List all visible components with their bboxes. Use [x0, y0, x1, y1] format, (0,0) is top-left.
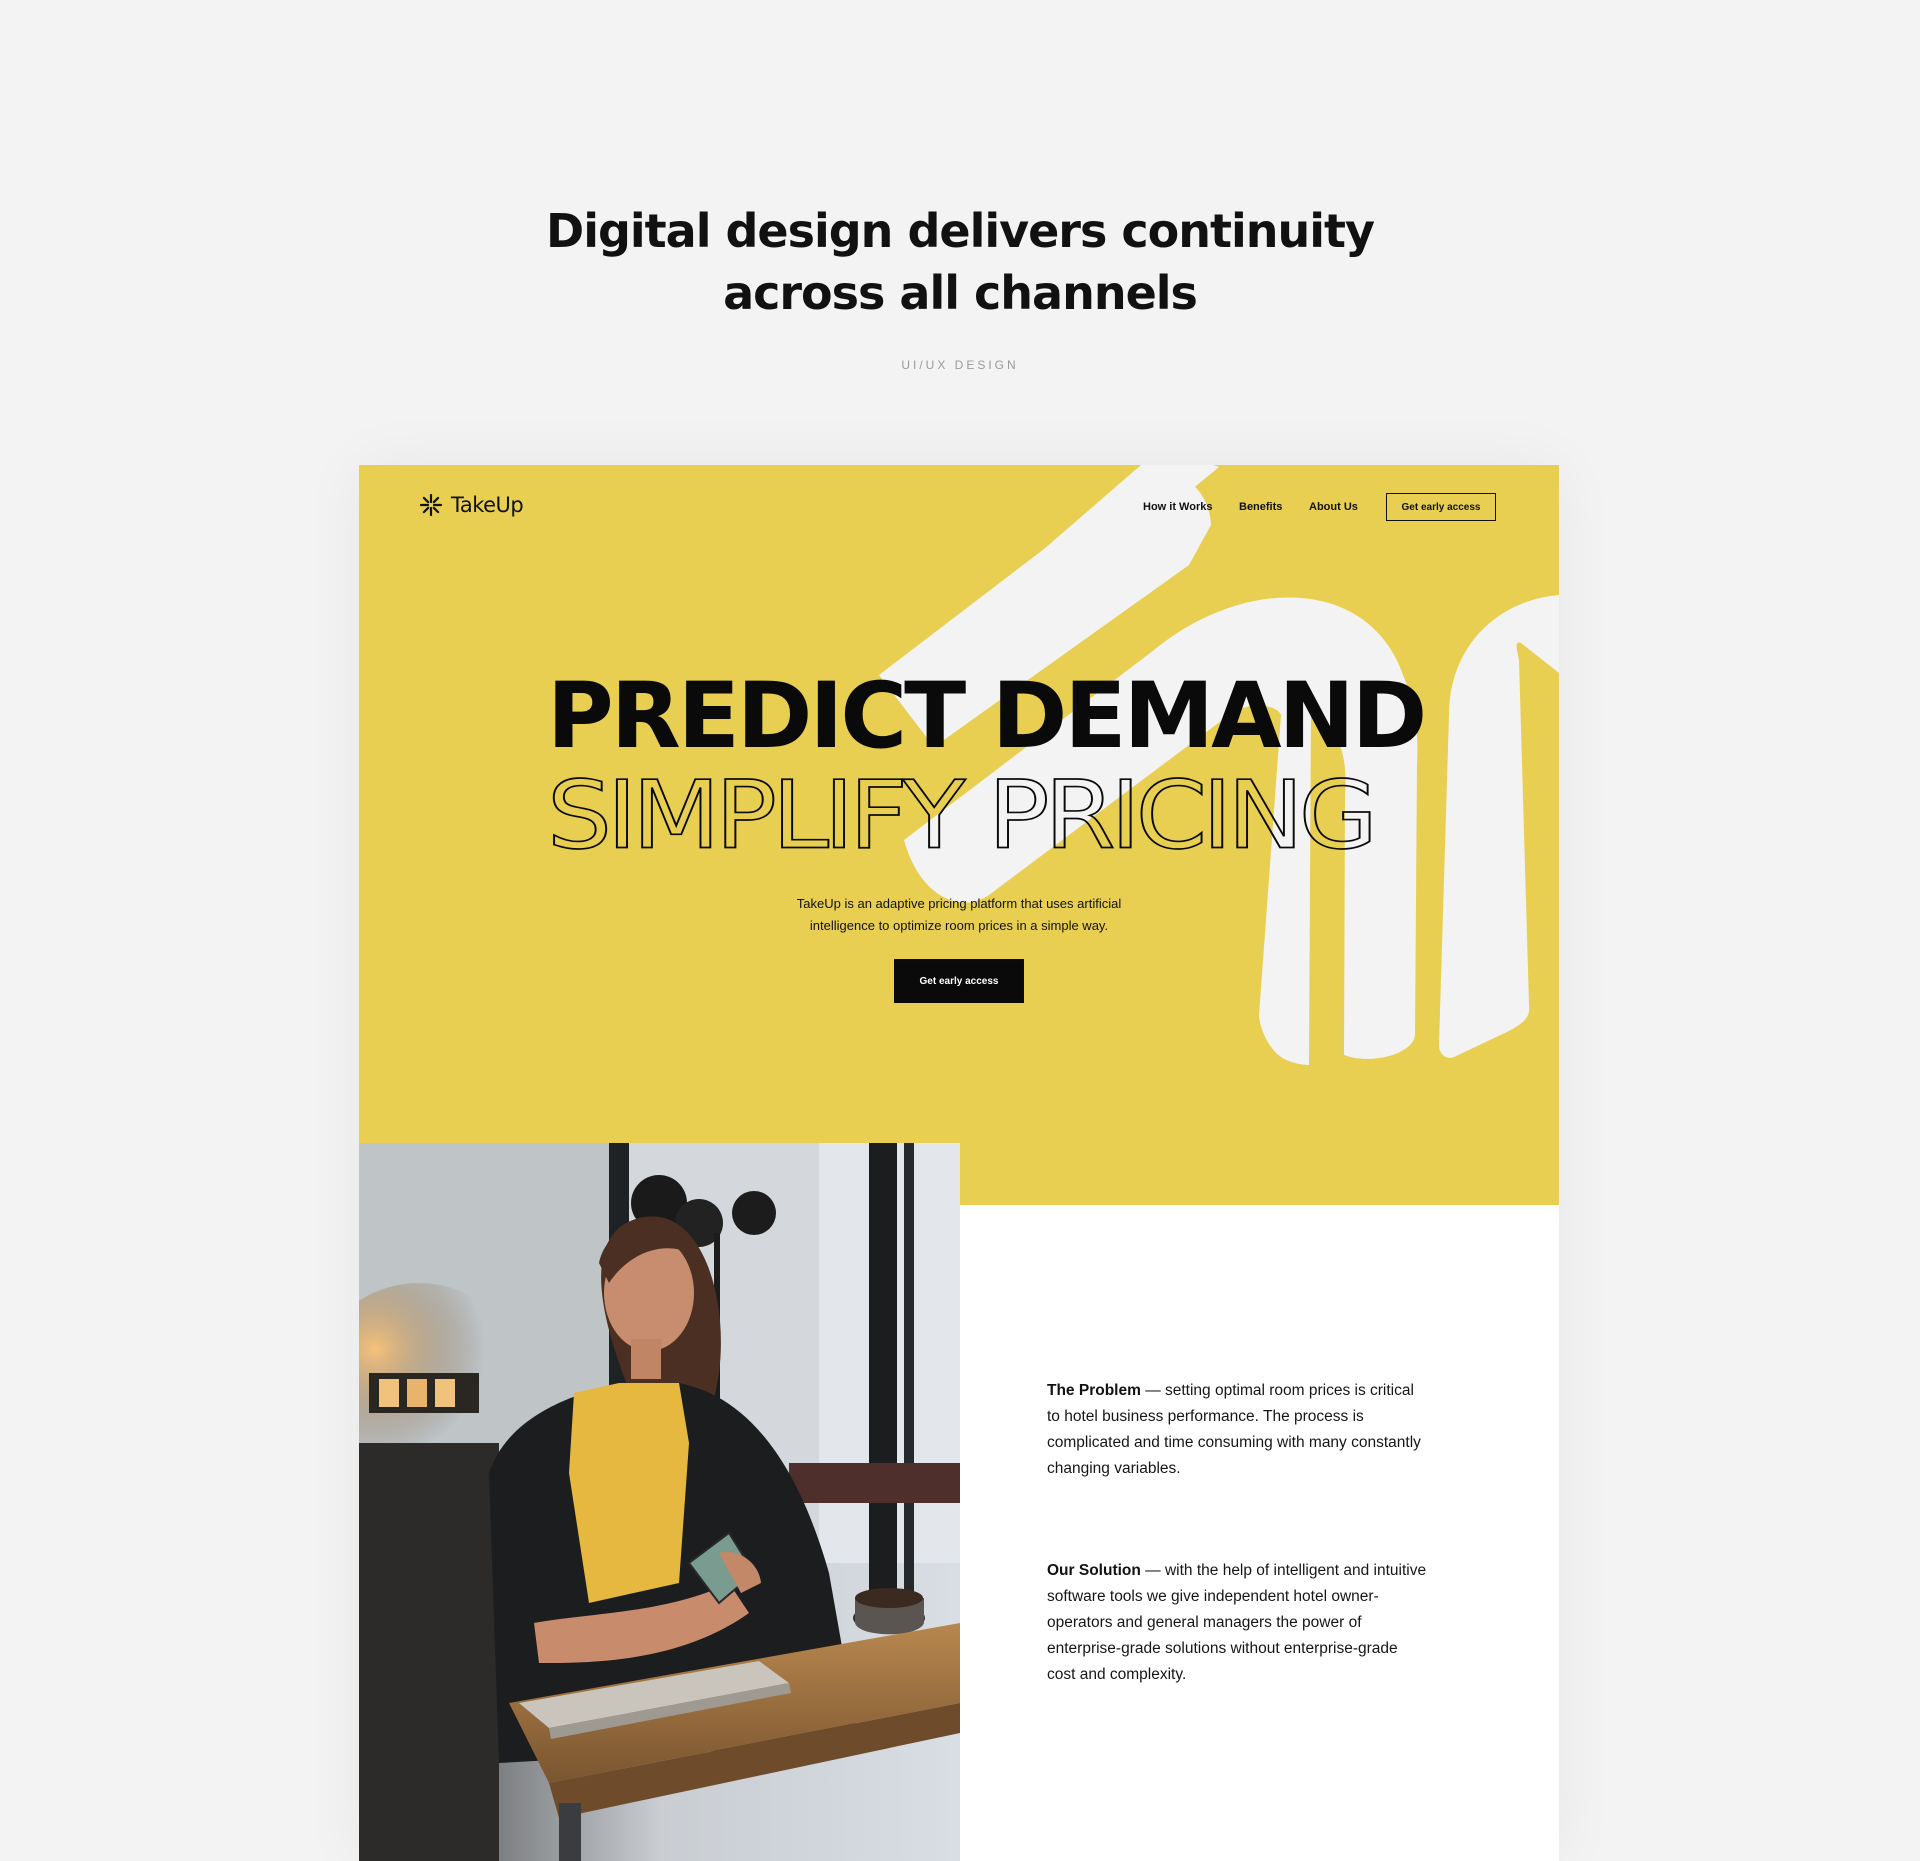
hero-headline-light: SIMPLIFY PRICING	[545, 760, 1405, 886]
photo-illustration	[359, 1143, 960, 1861]
solution-label: Our Solution	[1047, 1562, 1141, 1579]
nav-early-access-button[interactable]: Get early access	[1386, 493, 1496, 521]
brand-name: TakeUp	[451, 493, 524, 517]
hero-headline-light-svg: SIMPLIFY PRICING	[546, 760, 1378, 871]
hero-description-line2: intelligence to optimize room prices in …	[809, 918, 1109, 933]
hero-description-line1: TakeUp is an adaptive pricing platform t…	[796, 896, 1122, 911]
hero-section: TakeUp How it Works Benefits About Us Ge…	[359, 465, 1559, 1205]
nav-link-benefits[interactable]: Benefits	[1239, 501, 1282, 513]
case-study-title: Digital design delivers continuity acros…	[0, 200, 1920, 324]
problem-label: The Problem	[1047, 1382, 1141, 1399]
case-title-line2: across all channels	[723, 266, 1198, 320]
hero-early-access-button[interactable]: Get early access	[894, 959, 1024, 1003]
case-study-header: Digital design delivers continuity acros…	[0, 200, 1920, 372]
asterisk-burst-icon	[419, 493, 443, 517]
hero-headline-light-text: SIMPLIFY PRICING	[547, 764, 1373, 866]
deco-arch-right	[1439, 595, 1559, 1058]
brand-logo[interactable]: TakeUp	[419, 493, 524, 517]
hero-description: TakeUp is an adaptive pricing platform t…	[759, 893, 1159, 937]
hero-headline-bold: PREDICT DEMAND	[547, 664, 1427, 769]
case-title-line1: Digital design delivers continuity	[546, 204, 1375, 258]
website-mockup: TakeUp How it Works Benefits About Us Ge…	[359, 465, 1559, 1861]
case-study-tag: UI/UX DESIGN	[901, 358, 1019, 372]
problem-paragraph: The Problem — setting optimal room price…	[1047, 1378, 1427, 1482]
solution-text: — with the help of intelligent and intui…	[1047, 1562, 1427, 1683]
nav-link-about-us[interactable]: About Us	[1309, 501, 1358, 513]
nav-link-how-it-works[interactable]: How it Works	[1143, 501, 1212, 513]
top-navigation: TakeUp How it Works Benefits About Us Ge…	[359, 465, 1559, 555]
woman-with-phone-photo	[359, 1143, 960, 1861]
solution-paragraph: Our Solution — with the help of intellig…	[1047, 1558, 1427, 1688]
